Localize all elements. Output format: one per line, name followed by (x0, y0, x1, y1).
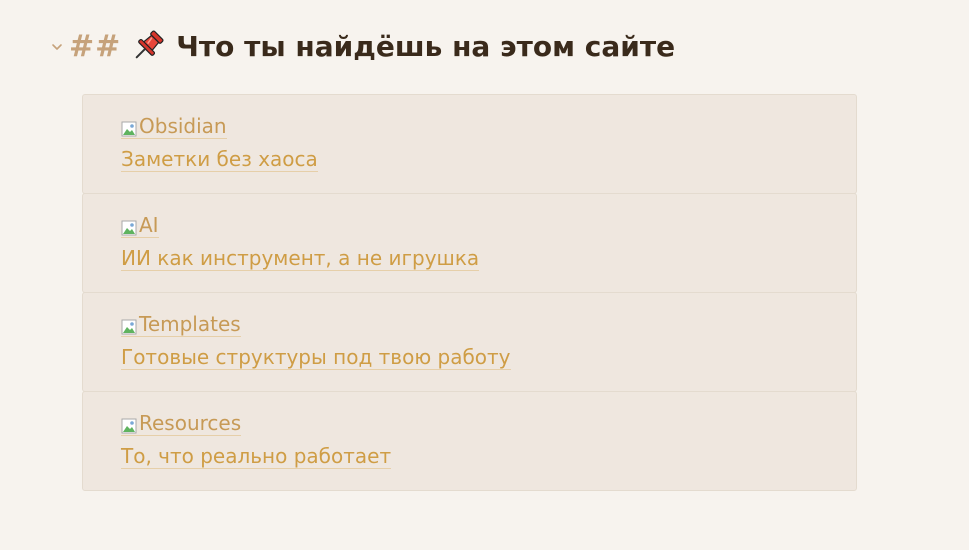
card-description-link[interactable]: То, что реально работает (121, 444, 392, 469)
card-obsidian: Obsidian Заметки без хаоса (82, 94, 857, 194)
pushpin-icon (130, 28, 166, 64)
broken-image-icon (121, 416, 137, 434)
page: ## Что ты найдёшь на этом сайте Obsidian… (0, 0, 969, 550)
card-resources: Resources То, что реально работает (82, 391, 857, 491)
card-image-link-templates[interactable]: Templates (121, 313, 241, 337)
page-title: Что ты найдёшь на этом сайте (176, 29, 676, 63)
section-heading: ## Что ты найдёшь на этом сайте (48, 24, 675, 68)
broken-image-icon (121, 218, 137, 236)
card-image-alt: Resources (139, 411, 242, 435)
card-description-link[interactable]: Готовые структуры под твою работу (121, 345, 511, 370)
card-image-alt: AI (139, 213, 159, 237)
chevron-down-icon[interactable] (48, 41, 66, 53)
broken-image-icon (121, 317, 137, 335)
card-image-alt: Templates (139, 312, 241, 336)
card-image-alt: Obsidian (139, 114, 227, 138)
card-image-link-ai[interactable]: AI (121, 214, 159, 238)
heading-markdown-hashes: ## (69, 28, 122, 64)
card-image-link-obsidian[interactable]: Obsidian (121, 115, 227, 139)
card-description-link[interactable]: ИИ как инструмент, а не игрушка (121, 246, 480, 271)
card-ai: AI ИИ как инструмент, а не игрушка (82, 193, 857, 293)
broken-image-icon (121, 119, 137, 137)
card-image-link-resources[interactable]: Resources (121, 411, 242, 436)
card-description-link[interactable]: Заметки без хаоса (121, 147, 318, 172)
card-list: Obsidian Заметки без хаоса AI ИИ как инс… (82, 94, 857, 491)
card-templates: Templates Готовые структуры под твою раб… (82, 292, 857, 392)
